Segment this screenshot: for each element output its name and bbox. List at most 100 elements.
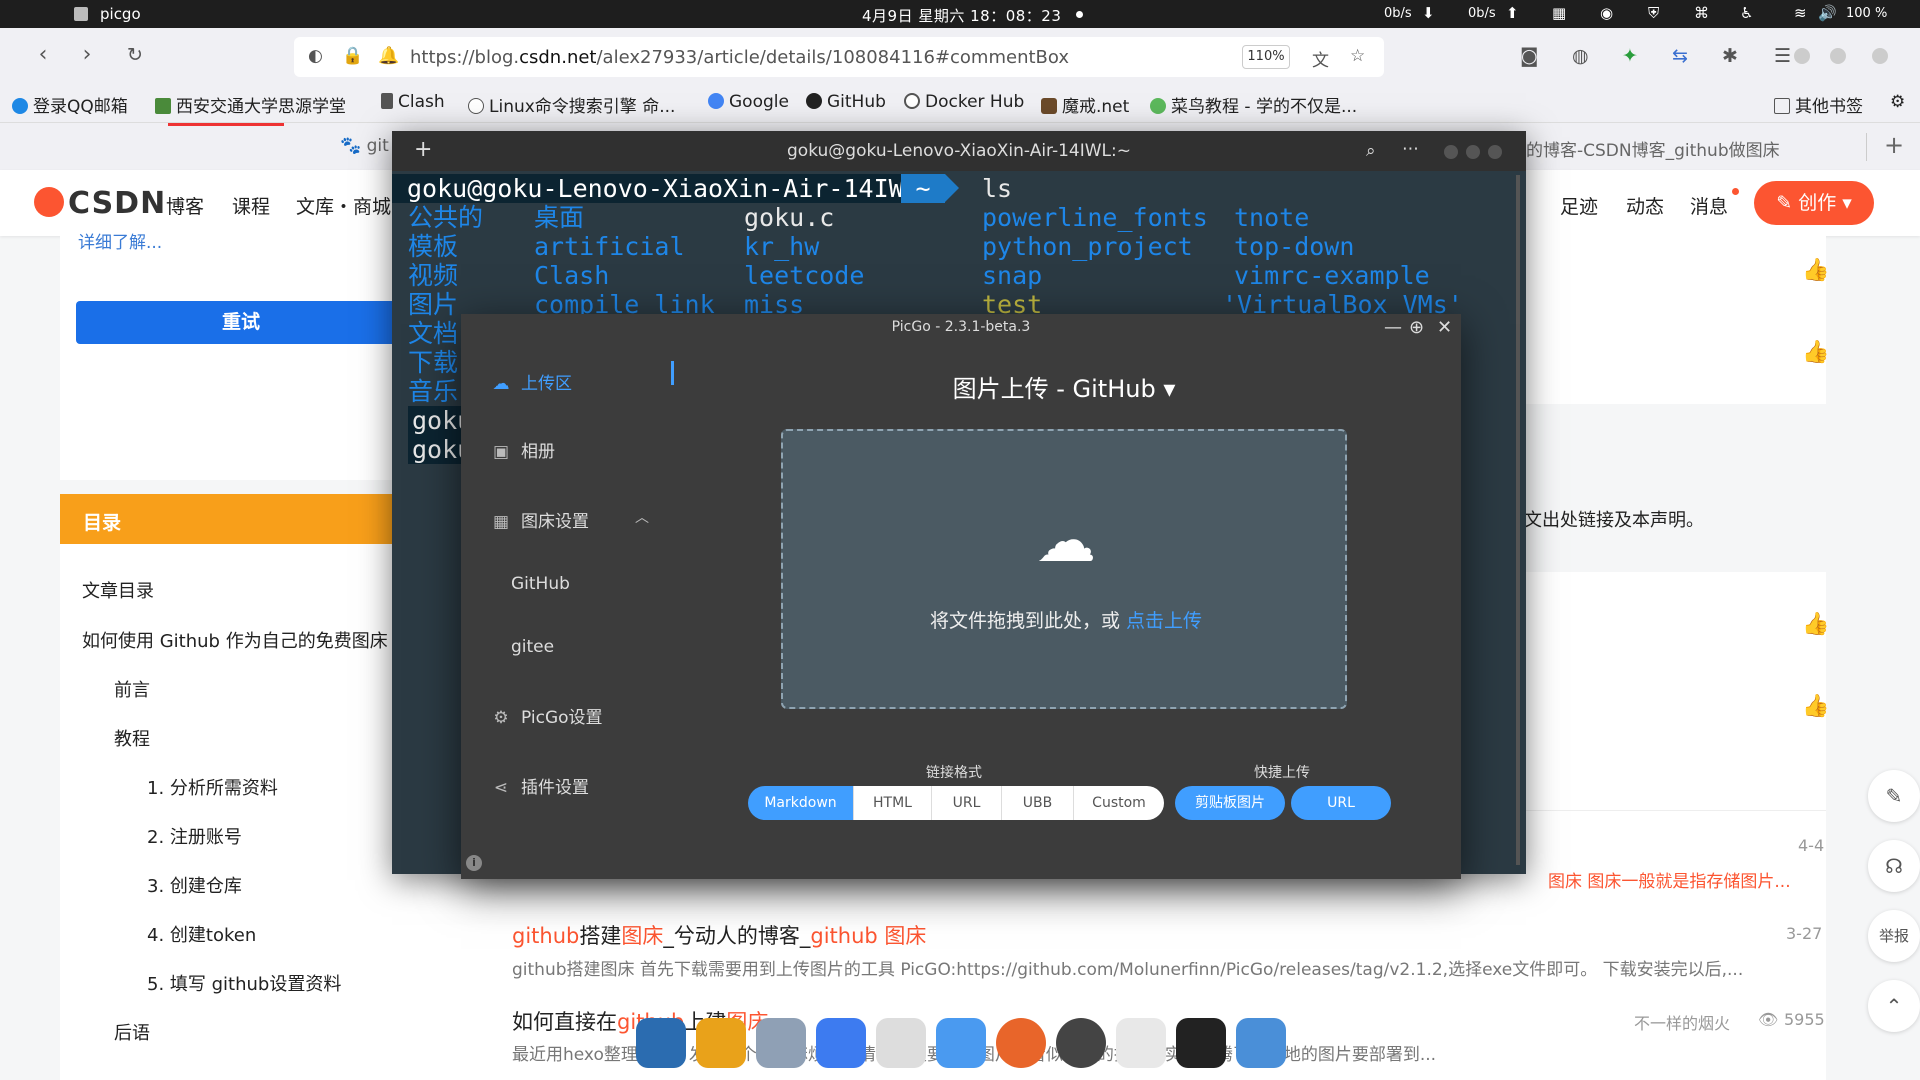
toc-item[interactable]: 3. 创建仓库 <box>147 872 242 898</box>
nav-footprint[interactable]: 足迹 <box>1560 192 1598 219</box>
dock-app-icon[interactable] <box>1236 1018 1286 1068</box>
tab-github[interactable]: 🐾 git <box>340 136 389 156</box>
picgo-window[interactable]: PicGo - 2.3.1-beta.3 — ⊕ ✕ ☁ 上传区 ▣ 相册 ▦ 图床设… <box>461 314 1461 879</box>
thumbs-up-icon[interactable]: 👍 <box>1802 694 1829 719</box>
close-button[interactable] <box>1872 48 1888 64</box>
menu-gitee[interactable]: gitee <box>511 637 554 657</box>
translate-extension-icon[interactable]: ⇆ <box>1672 45 1688 67</box>
bookmark-mojie[interactable]: 魔戒.net <box>1041 92 1129 117</box>
article-author[interactable]: 不一样的烟火 <box>1634 1010 1730 1034</box>
nav-messages[interactable]: 消息 <box>1690 192 1728 219</box>
minimize-icon[interactable]: — <box>1384 317 1402 338</box>
extension-icon[interactable]: ⚙ <box>1890 92 1905 112</box>
bookmark-linux-cmd[interactable]: Linux命令搜索引擎 命... <box>468 92 675 117</box>
detail-link[interactable]: 详细了解... <box>78 228 162 253</box>
notification-icon[interactable]: 🔔 <box>378 46 399 66</box>
nav-blog[interactable]: 博客 <box>166 192 204 219</box>
headset-icon[interactable]: ☊ <box>1868 840 1920 892</box>
dock-app-icon[interactable] <box>696 1018 746 1068</box>
tab-csdn[interactable]: 的博客-CSDN博客_github做图床 <box>1526 136 1780 161</box>
dock-typora-icon[interactable] <box>1116 1018 1166 1068</box>
close-button[interactable] <box>1488 145 1502 159</box>
toc-item[interactable]: 教程 <box>114 725 150 751</box>
bookmark-github[interactable]: GitHub <box>806 92 886 112</box>
back-to-top-icon[interactable]: ⌃ <box>1868 980 1920 1032</box>
terminal-titlebar[interactable]: + goku@goku-Lenovo-XiaoXin-Air-14IWL:~ ⌕… <box>392 131 1526 171</box>
edit-icon[interactable]: ✎ <box>1868 770 1920 822</box>
pin-icon[interactable]: ⊕ <box>1409 317 1424 338</box>
format-ubb[interactable]: UBB <box>1002 786 1074 820</box>
click-upload-link[interactable]: 点击上传 <box>1126 610 1202 632</box>
command-icon[interactable]: ⌘ <box>1694 4 1709 22</box>
bookmark-google[interactable]: Google <box>708 92 789 112</box>
url-text[interactable]: https://blog.csdn.net/alex27933/article/… <box>410 47 1069 68</box>
toc-item[interactable]: 4. 创建token <box>147 921 256 947</box>
thumbs-up-icon[interactable]: 👍 <box>1802 612 1829 637</box>
search-icon[interactable]: ⌕ <box>1366 141 1376 161</box>
dock-app-icon[interactable] <box>636 1018 686 1068</box>
minimize-button[interactable] <box>1794 48 1810 64</box>
translate-icon[interactable]: 文 <box>1312 46 1329 71</box>
format-markdown[interactable]: Markdown <box>748 786 854 820</box>
menu-picgo-settings[interactable]: ⚙ PicGo设置 <box>491 703 602 728</box>
steam-icon[interactable]: ◉ <box>1600 4 1613 22</box>
menu-plugin-settings[interactable]: ⋖ 插件设置 <box>491 773 589 798</box>
pocket-icon[interactable]: ◙ <box>1520 45 1538 67</box>
maximize-button[interactable] <box>1466 145 1480 159</box>
forward-icon[interactable]: › <box>72 42 102 67</box>
dock-terminal-icon[interactable] <box>1176 1018 1226 1068</box>
dock-zoom-icon[interactable] <box>816 1018 866 1068</box>
menu-icon[interactable]: ☰ <box>1774 45 1791 67</box>
info-icon[interactable]: i <box>466 855 482 871</box>
drop-zone[interactable]: ☁ 将文件拖拽到此处，或 点击上传 <box>781 429 1347 709</box>
toc-item[interactable]: 2. 注册账号 <box>147 823 242 849</box>
extension-icon[interactable]: ✱ <box>1722 45 1738 67</box>
lock-icon[interactable]: 🔒 <box>342 46 363 66</box>
menu-upload[interactable]: ☁ 上传区 <box>491 369 573 394</box>
quick-clipboard-button[interactable]: 剪贴板图片 <box>1175 786 1285 820</box>
bookmark-qqmail[interactable]: 登录QQ邮箱 <box>12 92 128 117</box>
chevron-up-icon[interactable]: ︿ <box>635 507 649 527</box>
bookmark-other[interactable]: 其他书签 <box>1774 92 1863 117</box>
clock[interactable]: 4月9日 星期六 18：08：23 <box>862 5 1061 26</box>
toc-item[interactable]: 前言 <box>114 676 150 702</box>
wifi-icon[interactable]: ≋ <box>1794 4 1807 22</box>
thumbs-up-icon[interactable]: 👍 <box>1802 258 1829 283</box>
toc-item[interactable]: 1. 分析所需资料 <box>147 774 278 800</box>
quick-url-button[interactable]: URL <box>1291 786 1391 820</box>
scrollbar[interactable] <box>1516 175 1520 865</box>
bookmark-clash[interactable]: Clash <box>381 92 445 112</box>
minimize-button[interactable] <box>1444 145 1458 159</box>
shield-icon[interactable]: ⛨ <box>1648 4 1659 22</box>
accessibility-icon[interactable]: ♿ <box>1740 4 1753 22</box>
dock-finder-icon[interactable] <box>936 1018 986 1068</box>
shield-icon[interactable]: ◐ <box>308 46 323 66</box>
menu-icon[interactable]: ⋯ <box>1402 139 1419 159</box>
format-custom[interactable]: Custom <box>1074 786 1164 820</box>
menu-github[interactable]: GitHub <box>511 574 570 594</box>
battery-level[interactable]: 100 % <box>1846 6 1887 21</box>
zoom-level[interactable]: 110% <box>1242 45 1290 69</box>
reload-icon[interactable]: ↻ <box>120 44 150 66</box>
nav-courses[interactable]: 课程 <box>232 192 270 219</box>
upload-heading[interactable]: 图片上传 - GitHub ▾ <box>741 369 1387 404</box>
extension-icon[interactable]: ◍ <box>1572 45 1589 67</box>
bookmark-dockerhub[interactable]: Docker Hub <box>904 92 1024 112</box>
volume-icon[interactable]: 🔊 <box>1818 4 1837 22</box>
dock-settings-icon[interactable] <box>1056 1018 1106 1068</box>
toc-item[interactable]: 后语 <box>114 1019 150 1045</box>
create-button[interactable]: ✎ 创作 ▾ <box>1754 181 1874 225</box>
dock-editor-icon[interactable] <box>876 1018 926 1068</box>
format-html[interactable]: HTML <box>854 786 932 820</box>
tray-app-icon[interactable]: ▦ <box>1552 4 1566 22</box>
dock-app-icon[interactable] <box>756 1018 806 1068</box>
bookmark-runoob[interactable]: 菜鸟教程 - 学的不仅是... <box>1150 92 1357 117</box>
maximize-button[interactable] <box>1830 48 1846 64</box>
retry-button[interactable]: 重试 <box>76 301 406 344</box>
toc-item[interactable]: 5. 填写 github设置资料 <box>147 970 341 996</box>
menu-picbed-settings[interactable]: ▦ 图床设置 <box>491 507 589 532</box>
extension-icon[interactable]: ✦ <box>1622 45 1638 67</box>
toc-title[interactable]: 如何使用 Github 作为自己的免费图床 <box>82 627 388 653</box>
article-title[interactable]: github搭建图床_兮动人的博客_github 图床 <box>512 920 926 950</box>
menu-album[interactable]: ▣ 相册 <box>491 437 555 462</box>
